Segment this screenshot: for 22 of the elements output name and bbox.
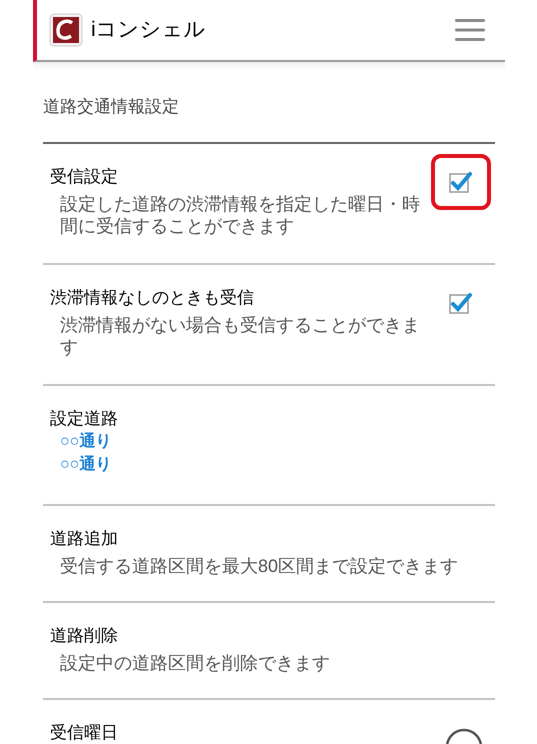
row-description: 設定した道路の渋滞情報を指定した曜日・時間に受信することができます	[59, 193, 421, 237]
app-logo-icon	[49, 13, 83, 47]
row-description: 設定中の道路区間を削除できます	[59, 652, 331, 674]
road-link[interactable]: ○○通り	[50, 453, 485, 476]
setting-row[interactable]: 道路削除 設定中の道路区間を削除できます	[43, 603, 495, 700]
row-description: 受信する道路区間を最大80区間まで設定できます	[59, 555, 460, 577]
setting-row[interactable]: 受信設定 設定した道路の渋滞情報を指定した曜日・時間に受信することができます	[43, 144, 495, 265]
row-title: 渋滞情報なしのときも受信	[50, 287, 255, 309]
road-link[interactable]: ○○通り	[50, 430, 485, 453]
row-title: 受信設定	[50, 166, 119, 188]
row-title: 受信曜日	[50, 722, 119, 744]
row-title: 道路削除	[50, 625, 119, 647]
setting-row[interactable]: 渋滞情報なしのときも受信 渋滞情報がない場合も受信することができます	[43, 265, 495, 386]
checkbox[interactable]	[448, 291, 474, 315]
row-description: 渋滞情報がない場合も受信することができます	[59, 314, 421, 358]
row-title: 道路追加	[50, 528, 119, 550]
menu-icon[interactable]	[455, 18, 485, 42]
section-title: 道路交通情報設定	[43, 97, 179, 116]
checkbox[interactable]	[448, 170, 474, 194]
row-title: 設定道路	[50, 408, 119, 430]
app-name: iコンシェル	[91, 17, 206, 44]
setting-row[interactable]: 道路追加 受信する道路区間を最大80区間まで設定できます	[43, 506, 495, 603]
